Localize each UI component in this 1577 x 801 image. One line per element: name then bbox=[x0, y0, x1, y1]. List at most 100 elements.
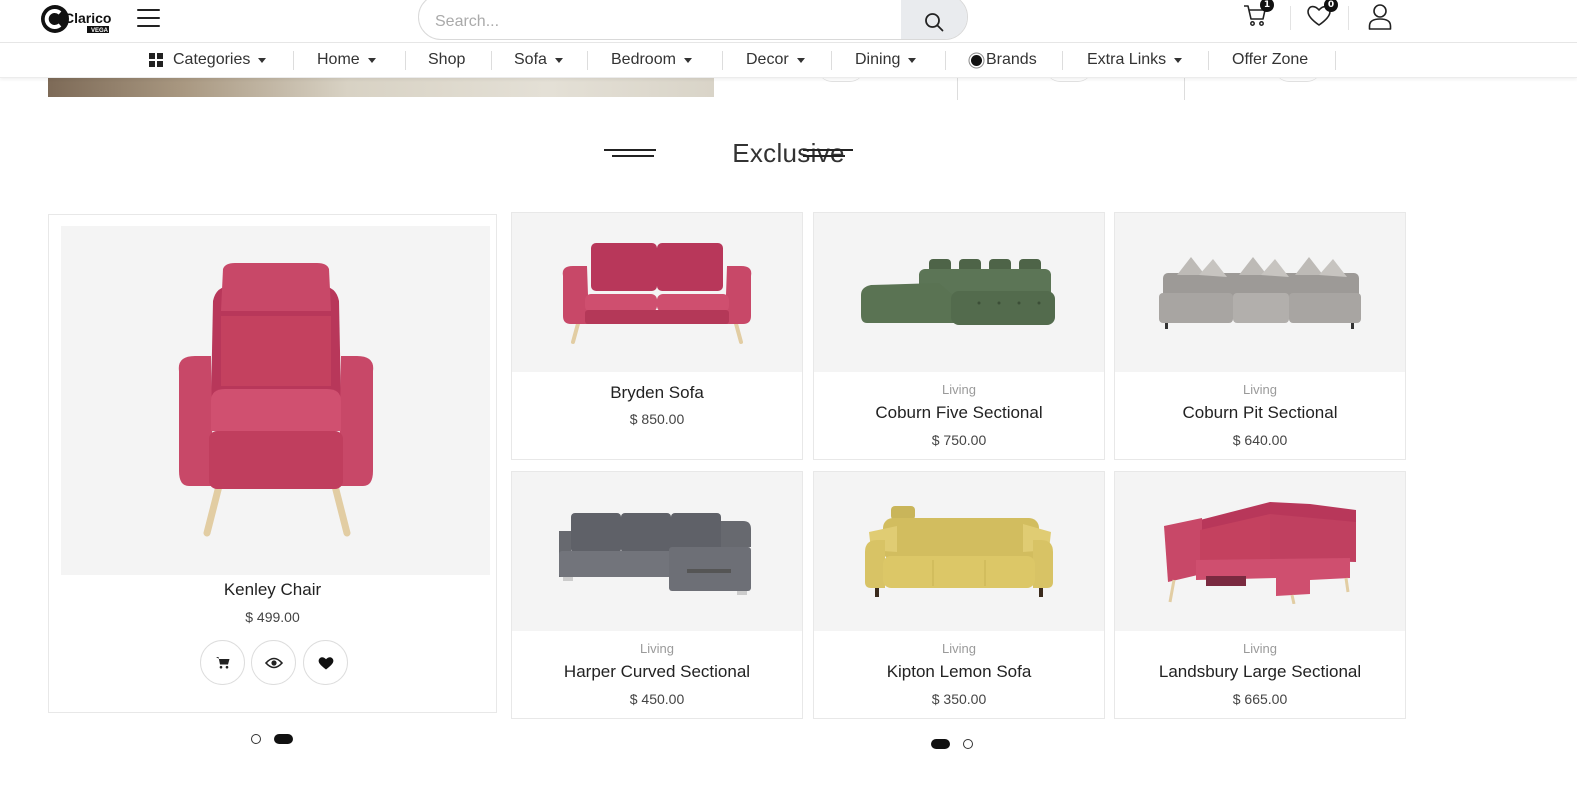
grid-carousel-dots bbox=[931, 739, 976, 751]
product-name[interactable]: Landsbury Large Sectional bbox=[1115, 662, 1405, 682]
product-card[interactable]: Living Landsbury Large Sectional $ 665.0… bbox=[1114, 471, 1406, 719]
product-price: $ 750.00 bbox=[931, 432, 987, 448]
product-price: $ 640.00 bbox=[1232, 432, 1288, 448]
product-image[interactable] bbox=[512, 472, 802, 631]
product-price: $ 350.00 bbox=[931, 691, 987, 707]
sectional-sofa-image bbox=[1159, 256, 1361, 329]
nav-brands[interactable]: Brands bbox=[968, 43, 1037, 77]
heart-icon bbox=[318, 656, 333, 669]
nav-bedroom[interactable]: Bedroom bbox=[611, 43, 692, 77]
product-price: $ 850.00 bbox=[629, 411, 685, 427]
clarico-logo[interactable]: Clarico VEGA bbox=[40, 3, 112, 35]
featured-product-card[interactable]: Kenley Chair $ 499.00 bbox=[48, 214, 497, 713]
product-name[interactable]: Coburn Pit Sectional bbox=[1115, 403, 1405, 423]
nav-label: Offer Zone bbox=[1232, 51, 1309, 68]
nav-label: Sofa bbox=[514, 51, 547, 68]
product-card[interactable]: Living Harper Curved Sectional $ 450.00 bbox=[511, 471, 803, 719]
banner-divider bbox=[957, 78, 958, 100]
cart-icon bbox=[215, 657, 229, 669]
product-name[interactable]: Kenley Chair bbox=[49, 580, 496, 600]
nav-decor[interactable]: Decor bbox=[746, 43, 805, 77]
product-category: Living bbox=[1243, 382, 1277, 397]
header-divider bbox=[1290, 6, 1291, 30]
nav-shop[interactable]: Shop bbox=[428, 43, 465, 77]
nav-divider bbox=[405, 51, 406, 70]
armchair-image bbox=[178, 262, 373, 536]
product-price: $ 665.00 bbox=[1232, 691, 1288, 707]
carousel-dot[interactable] bbox=[251, 734, 261, 744]
quick-view-button[interactable] bbox=[251, 640, 296, 685]
featured-carousel-dots bbox=[251, 734, 296, 746]
grid-icon bbox=[149, 53, 163, 67]
product-price: $ 450.00 bbox=[629, 691, 685, 707]
product-image[interactable] bbox=[1115, 472, 1405, 631]
search-input[interactable] bbox=[419, 0, 903, 39]
eye-icon bbox=[264, 657, 283, 668]
product-image[interactable] bbox=[61, 226, 490, 575]
nav-label: Home bbox=[317, 51, 360, 68]
nav-label: Brands bbox=[986, 51, 1037, 68]
section-heading: Exclusive bbox=[0, 138, 1577, 170]
nav-label: Extra Links bbox=[1087, 51, 1167, 68]
carousel-dot-active[interactable] bbox=[274, 734, 293, 744]
cart-button[interactable]: 1 bbox=[1242, 0, 1274, 30]
header-divider bbox=[1348, 6, 1349, 30]
account-button[interactable] bbox=[1366, 2, 1394, 30]
product-card[interactable]: Living Coburn Five Sectional $ 750.00 bbox=[813, 212, 1105, 460]
product-image[interactable] bbox=[512, 213, 802, 372]
product-category: Living bbox=[942, 641, 976, 656]
nav-label: Dining bbox=[855, 51, 901, 68]
product-category: Living bbox=[942, 382, 976, 397]
nav-home[interactable]: Home bbox=[317, 43, 376, 77]
caret-down-icon bbox=[367, 58, 376, 63]
nav-divider bbox=[831, 51, 832, 70]
caret-down-icon bbox=[683, 58, 692, 63]
product-name[interactable]: Harper Curved Sectional bbox=[512, 662, 802, 682]
nav-sofa[interactable]: Sofa bbox=[514, 43, 563, 77]
product-card[interactable]: Living Coburn Pit Sectional $ 640.00 bbox=[1114, 212, 1406, 460]
product-category: Living bbox=[640, 641, 674, 656]
nav-divider bbox=[722, 51, 723, 70]
carousel-dot[interactable] bbox=[963, 739, 973, 749]
nav-divider bbox=[491, 51, 492, 70]
product-actions bbox=[200, 640, 350, 686]
menu-icon[interactable] bbox=[137, 9, 160, 28]
corner-sectional-image bbox=[1164, 501, 1356, 604]
caret-down-icon bbox=[554, 58, 563, 63]
nav-divider bbox=[587, 51, 588, 70]
sectional-sofa-image bbox=[861, 258, 1055, 325]
nav-divider bbox=[293, 51, 294, 70]
product-name[interactable]: Bryden Sofa bbox=[512, 383, 802, 403]
caret-down-icon bbox=[908, 58, 917, 63]
product-image[interactable] bbox=[814, 472, 1104, 631]
user-icon bbox=[1368, 4, 1392, 30]
search-icon bbox=[925, 13, 944, 32]
banner-image bbox=[48, 78, 714, 97]
add-to-cart-button[interactable] bbox=[200, 640, 245, 685]
title-decoration-right bbox=[803, 149, 855, 159]
sofa-image bbox=[865, 505, 1053, 597]
product-card[interactable]: Bryden Sofa $ 850.00 bbox=[511, 212, 803, 460]
nav-categories[interactable]: Categories bbox=[149, 43, 267, 77]
search-button[interactable] bbox=[901, 0, 967, 39]
caret-down-icon bbox=[1174, 58, 1183, 63]
banner-divider bbox=[1184, 78, 1185, 100]
product-name[interactable]: Kipton Lemon Sofa bbox=[814, 662, 1104, 682]
cart-count-badge: 1 bbox=[1260, 0, 1274, 12]
carousel-dot-active[interactable] bbox=[931, 739, 950, 749]
logo-subtext: VEGA bbox=[91, 28, 109, 34]
nav-divider bbox=[945, 51, 946, 70]
wishlist-button[interactable]: 0 bbox=[1305, 0, 1338, 30]
nav-label: Bedroom bbox=[611, 51, 676, 68]
nav-offer-zone[interactable]: Offer Zone bbox=[1232, 43, 1308, 77]
nav-extra-links[interactable]: Extra Links bbox=[1087, 43, 1183, 77]
nav-dining[interactable]: Dining bbox=[855, 43, 917, 77]
product-name[interactable]: Coburn Five Sectional bbox=[814, 403, 1104, 423]
product-image[interactable] bbox=[814, 213, 1104, 372]
product-card[interactable]: Living Kipton Lemon Sofa $ 350.00 bbox=[813, 471, 1105, 719]
caret-down-icon bbox=[796, 58, 805, 63]
wishlist-count-badge: 0 bbox=[1324, 0, 1338, 12]
add-to-wishlist-button[interactable] bbox=[303, 640, 348, 685]
product-image[interactable] bbox=[1115, 213, 1405, 372]
search-bar bbox=[418, 0, 968, 40]
